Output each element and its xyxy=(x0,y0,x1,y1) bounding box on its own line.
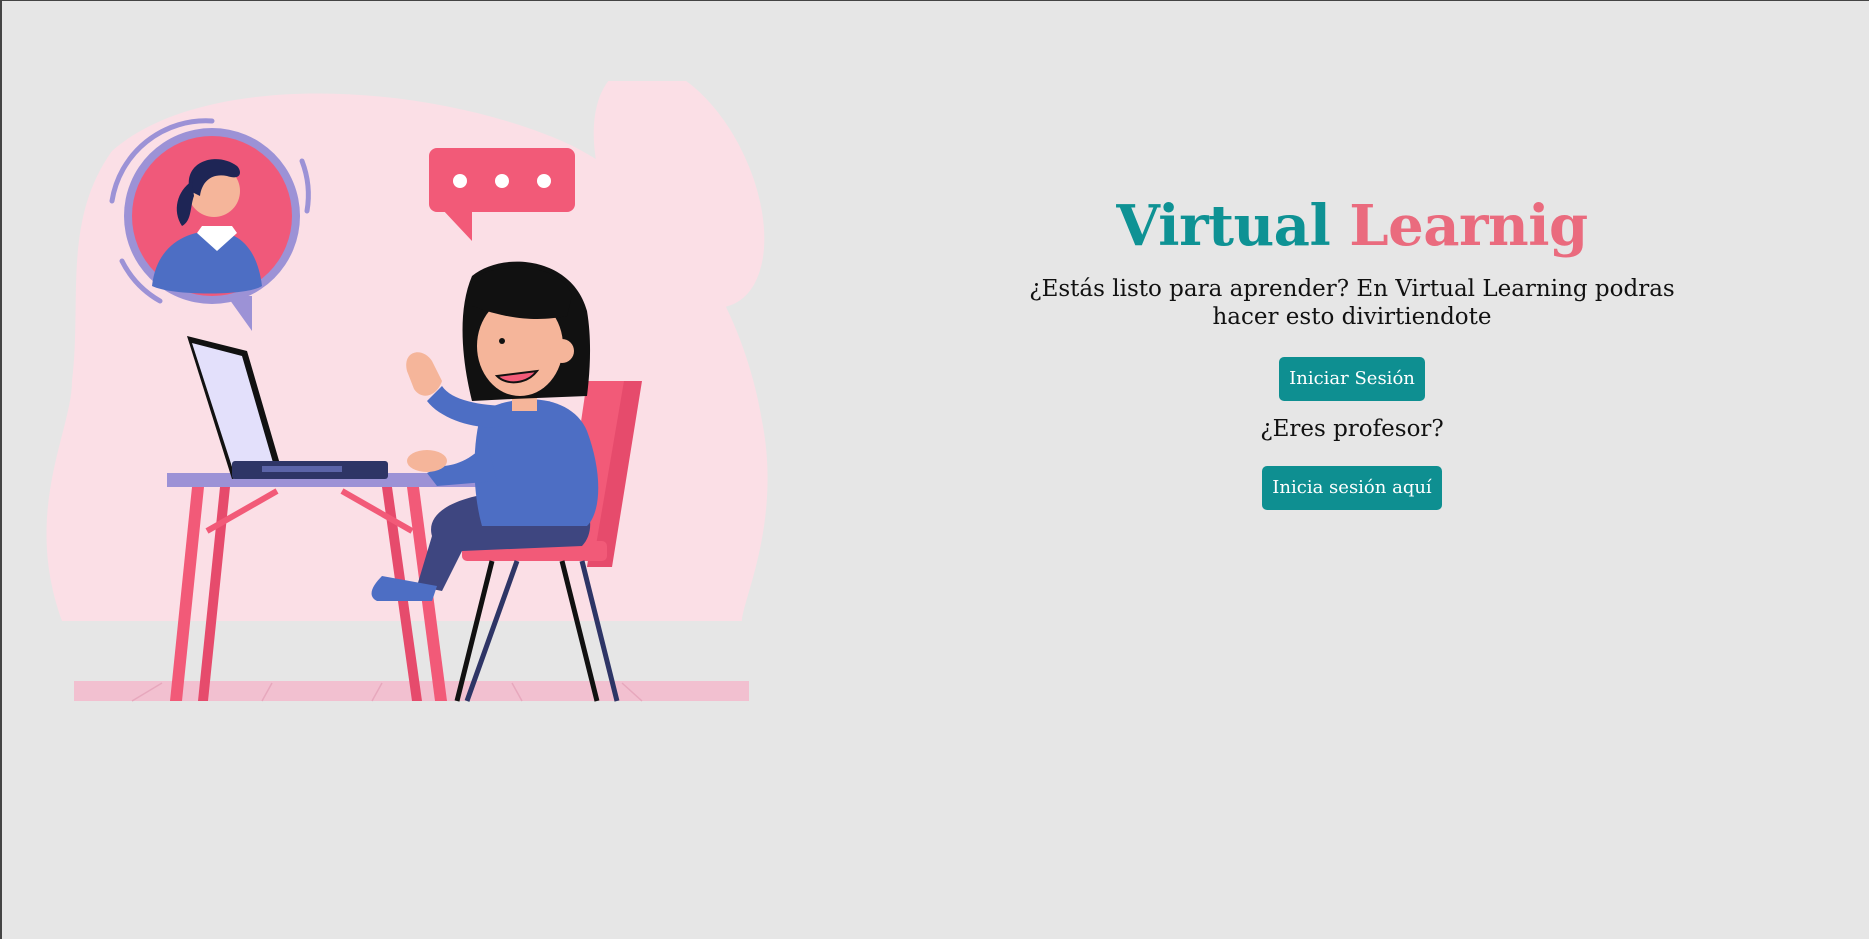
title-word-virtual: Virtual xyxy=(1116,193,1331,259)
title-word-learning: Learnig xyxy=(1349,193,1588,259)
hero-illustration xyxy=(42,64,822,706)
teacher-question: ¿Eres profesor? xyxy=(1260,416,1444,442)
online-learning-illustration xyxy=(46,64,768,702)
login-button[interactable]: Iniciar Sesión xyxy=(1279,357,1425,401)
teacher-login-button[interactable]: Inicia sesión aquí xyxy=(1262,466,1442,510)
hero-subtitle: ¿Estás listo para aprender? En Virtual L… xyxy=(1029,276,1675,330)
hero-section: Virtual Learnig ¿Estás listo para aprend… xyxy=(982,191,1722,510)
page-title: Virtual Learnig xyxy=(982,191,1722,261)
